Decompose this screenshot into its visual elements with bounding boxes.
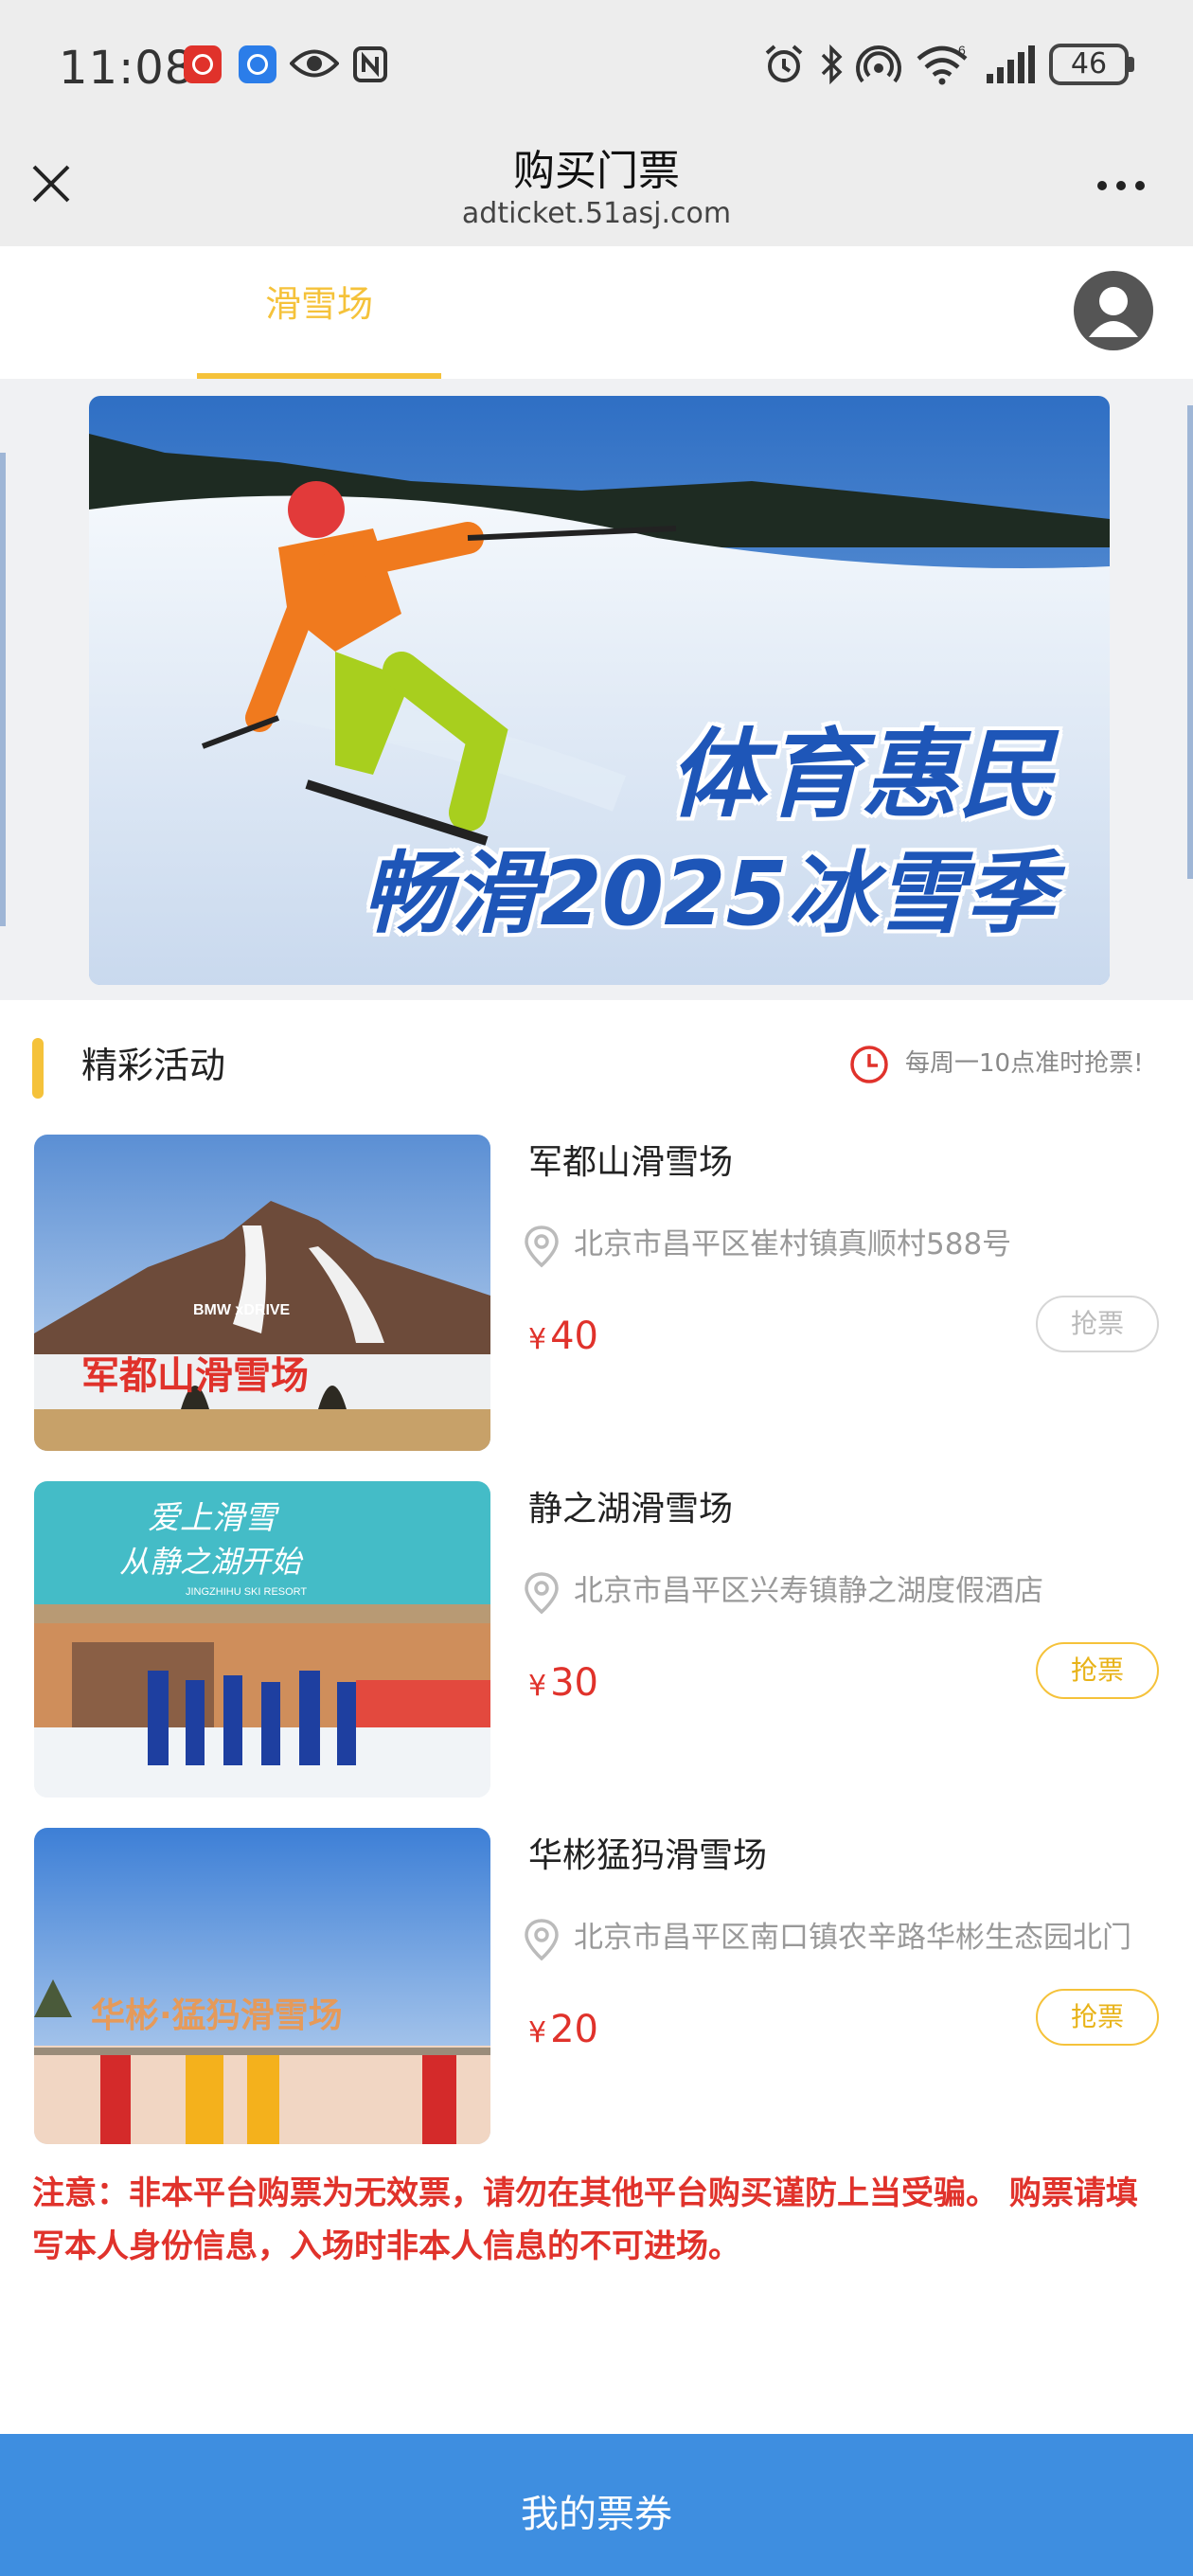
battery-level: 46 bbox=[1070, 47, 1108, 80]
currency-symbol: ¥ bbox=[528, 1670, 547, 1703]
signal-icon bbox=[987, 45, 1035, 83]
venue-image-caption: 军都山滑雪场 bbox=[81, 1354, 309, 1398]
venue-name: 静之湖滑雪场 bbox=[528, 1490, 734, 1529]
bluetooth-icon bbox=[821, 44, 843, 85]
app-blue-badge-icon bbox=[239, 45, 276, 83]
banner-peek-right bbox=[1187, 405, 1193, 879]
section-accent-bar bbox=[32, 1038, 44, 1099]
section-header: 精彩活动 每周一10点准时抢票! bbox=[0, 1000, 1193, 1114]
user-icon bbox=[1089, 287, 1138, 337]
venue-address: 北京市昌平区兴寿镇静之湖度假酒店 bbox=[574, 1574, 1043, 1608]
section-title: 精彩活动 bbox=[81, 1045, 226, 1086]
price-value: 40 bbox=[550, 1315, 598, 1358]
banner-headline: 体育惠民 bbox=[668, 719, 1055, 832]
venue-image: 华彬·猛犸滑雪场 bbox=[34, 1828, 490, 2144]
venue-address: 北京市昌平区南口镇农辛路华彬生态园北门 bbox=[574, 1921, 1131, 1955]
hotspot-icon bbox=[856, 45, 901, 83]
venue-card[interactable]: 爱上滑雪 从静之湖开始 JINGZHIHU SKI RESORT 静之湖滑雪场 … bbox=[0, 1481, 1193, 1799]
tab-label: 滑雪场 bbox=[264, 283, 373, 325]
banner-carousel[interactable]: 体育惠民 畅滑2025冰雪季 bbox=[0, 379, 1193, 1000]
price-value: 20 bbox=[550, 2008, 598, 2051]
tab-ski-resort[interactable]: 滑雪场 bbox=[197, 246, 441, 379]
nfc-icon bbox=[353, 46, 387, 82]
battery-icon: 46 bbox=[1049, 44, 1129, 85]
notice-text: 注意：非本平台购票为无效票，请勿在其他平台购买谨防上当受骗。 购票请填写本人身份… bbox=[32, 2174, 1138, 2265]
status-time: 11:08 bbox=[59, 42, 195, 95]
venue-image-caption: 华彬·猛犸滑雪场 bbox=[91, 1996, 343, 2035]
my-tickets-label: 我的票券 bbox=[521, 2493, 672, 2536]
grab-ticket-button[interactable]: 抢票 bbox=[1036, 1296, 1159, 1352]
grab-ticket-button[interactable]: 抢票 bbox=[1036, 1989, 1159, 2046]
banner-slide[interactable]: 体育惠民 畅滑2025冰雪季 bbox=[89, 396, 1110, 985]
banner-subheadline: 畅滑2025冰雪季 bbox=[362, 843, 1055, 946]
tab-row: 滑雪场 bbox=[0, 246, 1193, 379]
venue-image-sign: JINGZHIHU SKI RESORT bbox=[186, 1586, 307, 1598]
section-note: 每周一10点准时抢票! bbox=[905, 1049, 1144, 1078]
eye-icon bbox=[290, 49, 339, 78]
venue-price: ¥30 bbox=[528, 1661, 598, 1705]
venue-card[interactable]: BMW xDRIVE 军都山滑雪场 军都山滑雪场 北京市昌平区崔村镇真顺村588… bbox=[0, 1135, 1193, 1453]
banner-peek-left bbox=[0, 453, 6, 926]
clock-icon bbox=[850, 1046, 888, 1083]
grab-ticket-button[interactable]: 抢票 bbox=[1036, 1642, 1159, 1699]
page-title: 购买门票 bbox=[513, 147, 680, 195]
status-bar: 11:08 6 46 bbox=[0, 0, 1193, 133]
wifi-icon: 6 bbox=[917, 44, 968, 85]
location-pin-icon bbox=[525, 1919, 559, 1961]
venue-image-caption-2: 从静之湖开始 bbox=[119, 1544, 304, 1580]
more-icon[interactable] bbox=[1095, 178, 1148, 193]
my-tickets-button[interactable]: 我的票券 bbox=[0, 2434, 1193, 2576]
avatar[interactable] bbox=[1074, 271, 1153, 350]
battery-cap bbox=[1129, 57, 1134, 72]
venue-price: ¥20 bbox=[528, 2008, 598, 2051]
venue-name: 军都山滑雪场 bbox=[528, 1143, 734, 1182]
venue-address: 北京市昌平区崔村镇真顺村588号 bbox=[574, 1227, 1012, 1261]
title-bar: 购买门票 adticket.51asj.com bbox=[0, 133, 1193, 246]
venue-card[interactable]: 华彬·猛犸滑雪场 华彬猛犸滑雪场 北京市昌平区南口镇农辛路华彬生态园北门 ¥20… bbox=[0, 1828, 1193, 2146]
svg-text:6: 6 bbox=[958, 44, 966, 58]
currency-symbol: ¥ bbox=[528, 2016, 547, 2049]
currency-symbol: ¥ bbox=[528, 1323, 547, 1356]
alarm-icon bbox=[765, 45, 803, 82]
venue-image-caption: 爱上滑雪 bbox=[148, 1499, 280, 1537]
venue-name: 华彬猛犸滑雪场 bbox=[528, 1836, 768, 1875]
venue-image: 爱上滑雪 从静之湖开始 JINGZHIHU SKI RESORT bbox=[34, 1481, 490, 1798]
venue-image-sign: BMW xDRIVE bbox=[193, 1302, 291, 1318]
location-pin-icon bbox=[525, 1225, 559, 1268]
app-red-badge-icon bbox=[184, 45, 222, 83]
page-url: adticket.51asj.com bbox=[461, 197, 732, 230]
venue-price: ¥40 bbox=[528, 1315, 598, 1358]
location-pin-icon bbox=[525, 1572, 559, 1615]
venue-image: BMW xDRIVE 军都山滑雪场 bbox=[34, 1135, 490, 1451]
price-value: 30 bbox=[550, 1661, 598, 1705]
